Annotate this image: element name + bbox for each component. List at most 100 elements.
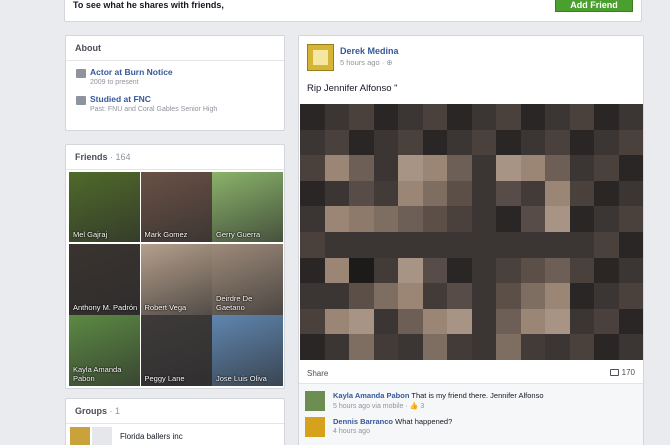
friend-tile[interactable]: Robert Vega: [140, 243, 212, 315]
photo-pixel: [496, 232, 522, 258]
photo-pixel: [349, 308, 375, 335]
friend-name[interactable]: Kayla Amanda Pabon: [73, 365, 140, 383]
photo-pixel: [300, 232, 326, 258]
friend-name[interactable]: Deirdre De Gaetano: [216, 294, 283, 312]
photo-pixel: [520, 155, 547, 182]
friend-tile[interactable]: Mel Gajraj: [69, 172, 140, 242]
photo-pixel: [373, 283, 400, 310]
comment-meta: 5 hours ago via mobile · 👍 3: [333, 402, 424, 410]
friend-tile[interactable]: Gerry Guerra: [212, 172, 283, 242]
photo-pixel: [422, 283, 449, 310]
school-icon: [76, 96, 86, 105]
photo-pixel: [398, 308, 424, 335]
friend-name[interactable]: Anthony M. Padrón: [73, 303, 137, 312]
photo-pixel: [398, 180, 424, 207]
group-name[interactable]: Florida ballers inc: [120, 432, 183, 441]
photo-pixel: [471, 257, 498, 284]
comment-likes[interactable]: 3: [420, 403, 424, 410]
photo-pixel: [618, 104, 643, 130]
photo-pixel: [569, 104, 596, 130]
friend-name[interactable]: Mel Gajraj: [73, 230, 107, 239]
friend-tile[interactable]: Anthony M. Padrón: [69, 243, 140, 315]
photo-pixel: [349, 283, 375, 310]
photo-pixel: [349, 180, 375, 207]
friend-tile[interactable]: Jose Luis Oliva: [212, 315, 283, 386]
photo-pixel: [545, 180, 571, 207]
friend-tile[interactable]: Kayla Amanda Pabon: [69, 315, 140, 386]
photo-pixel: [324, 257, 351, 284]
photo-pixel: [300, 257, 326, 284]
photo-pixel: [471, 180, 498, 207]
photo-pixel: [349, 206, 375, 233]
photo-pixel: [618, 155, 643, 182]
friend-request-message: To see what he shares with friends,: [73, 0, 224, 10]
photo-pixel: [594, 257, 620, 284]
friend-tile[interactable]: Peggy Lane: [140, 315, 212, 386]
friends-title[interactable]: Friends · 164: [66, 145, 284, 170]
friend-name[interactable]: Peggy Lane: [145, 374, 185, 383]
share-link[interactable]: Share: [307, 369, 328, 378]
photo-pixel: [471, 308, 498, 335]
photo-pixel: [471, 129, 498, 156]
friend-tile[interactable]: Deirdre De Gaetano: [212, 243, 283, 315]
photo-pixel: [545, 206, 571, 233]
photo-pixel: [373, 308, 400, 335]
photo-pixel: [496, 180, 522, 207]
comment-avatar[interactable]: [305, 417, 325, 437]
friend-name[interactable]: Mark Gomez: [145, 230, 188, 239]
photo-pixel: [398, 206, 424, 233]
photo-pixel: [447, 180, 473, 207]
author-avatar[interactable]: [307, 44, 334, 71]
friend-name[interactable]: Robert Vega: [145, 303, 187, 312]
photo-pixel: [324, 308, 351, 335]
add-friend-label: Add Friend: [570, 0, 618, 10]
photo-pixel: [569, 232, 596, 258]
photo-pixel: [324, 283, 351, 310]
comment-text: That is my friend there. Jennifer Alfons…: [411, 391, 544, 400]
comment-author[interactable]: Kayla Amanda Pabon: [333, 391, 409, 400]
comment-bubble-icon: [609, 369, 619, 376]
briefcase-icon: [76, 69, 86, 78]
photo-pixel: [569, 308, 596, 335]
comment-count-value: 170: [621, 368, 635, 377]
photo-pixel: [349, 155, 375, 182]
comment-meta: 4 hours ago: [333, 428, 370, 435]
friend-tile[interactable]: Mark Gomez: [140, 172, 212, 242]
post-author[interactable]: Derek Medina: [340, 46, 399, 56]
groups-title[interactable]: Groups · 1: [66, 399, 284, 424]
photo-pixel: [520, 308, 547, 335]
group-item[interactable]: Florida ballers inc: [70, 427, 280, 445]
comment-count[interactable]: 170: [609, 368, 635, 377]
photo-pixel: [349, 257, 375, 284]
like-icon: 👍: [409, 403, 419, 410]
photo-pixel: [471, 232, 498, 258]
photo-pixel: [373, 180, 400, 207]
comments-section: Kayla Amanda Pabon That is my friend the…: [299, 383, 643, 445]
photo-pixel: [300, 334, 326, 360]
photo-pixel: [324, 180, 351, 207]
comment-text: What happened?: [395, 417, 453, 426]
add-friend-button[interactable]: Add Friend: [555, 0, 633, 12]
comment-avatar[interactable]: [305, 391, 325, 411]
photo-pixel: [422, 104, 449, 130]
comment-line: Dennis Barranco What happened?: [333, 417, 452, 426]
friend-name[interactable]: Jose Luis Oliva: [216, 374, 267, 383]
photo-pixel: [569, 206, 596, 233]
photo-pixel: [520, 232, 547, 258]
photo-pixel: [300, 180, 326, 207]
about-item-primary[interactable]: Actor at Burn Notice: [90, 67, 275, 77]
photo-pixel: [447, 283, 473, 310]
comment-author[interactable]: Dennis Barranco: [333, 417, 393, 426]
friends-grid: Mel Gajraj Mark Gomez Gerry Guerra Anthony …: [69, 172, 283, 386]
post-photo-pixelated[interactable]: [300, 104, 643, 360]
photo-pixel: [422, 206, 449, 233]
about-panel: About Actor at Burn Notice 2009 to prese…: [65, 35, 285, 131]
friend-name[interactable]: Gerry Guerra: [216, 230, 260, 239]
photo-pixel: [594, 129, 620, 156]
about-item-primary[interactable]: Studied at FNC: [90, 94, 275, 104]
photo-pixel: [373, 155, 400, 182]
photo-pixel: [324, 129, 351, 156]
photo-pixel: [545, 283, 571, 310]
photo-pixel: [300, 104, 326, 130]
post-time[interactable]: 5 hours ago: [340, 58, 380, 67]
